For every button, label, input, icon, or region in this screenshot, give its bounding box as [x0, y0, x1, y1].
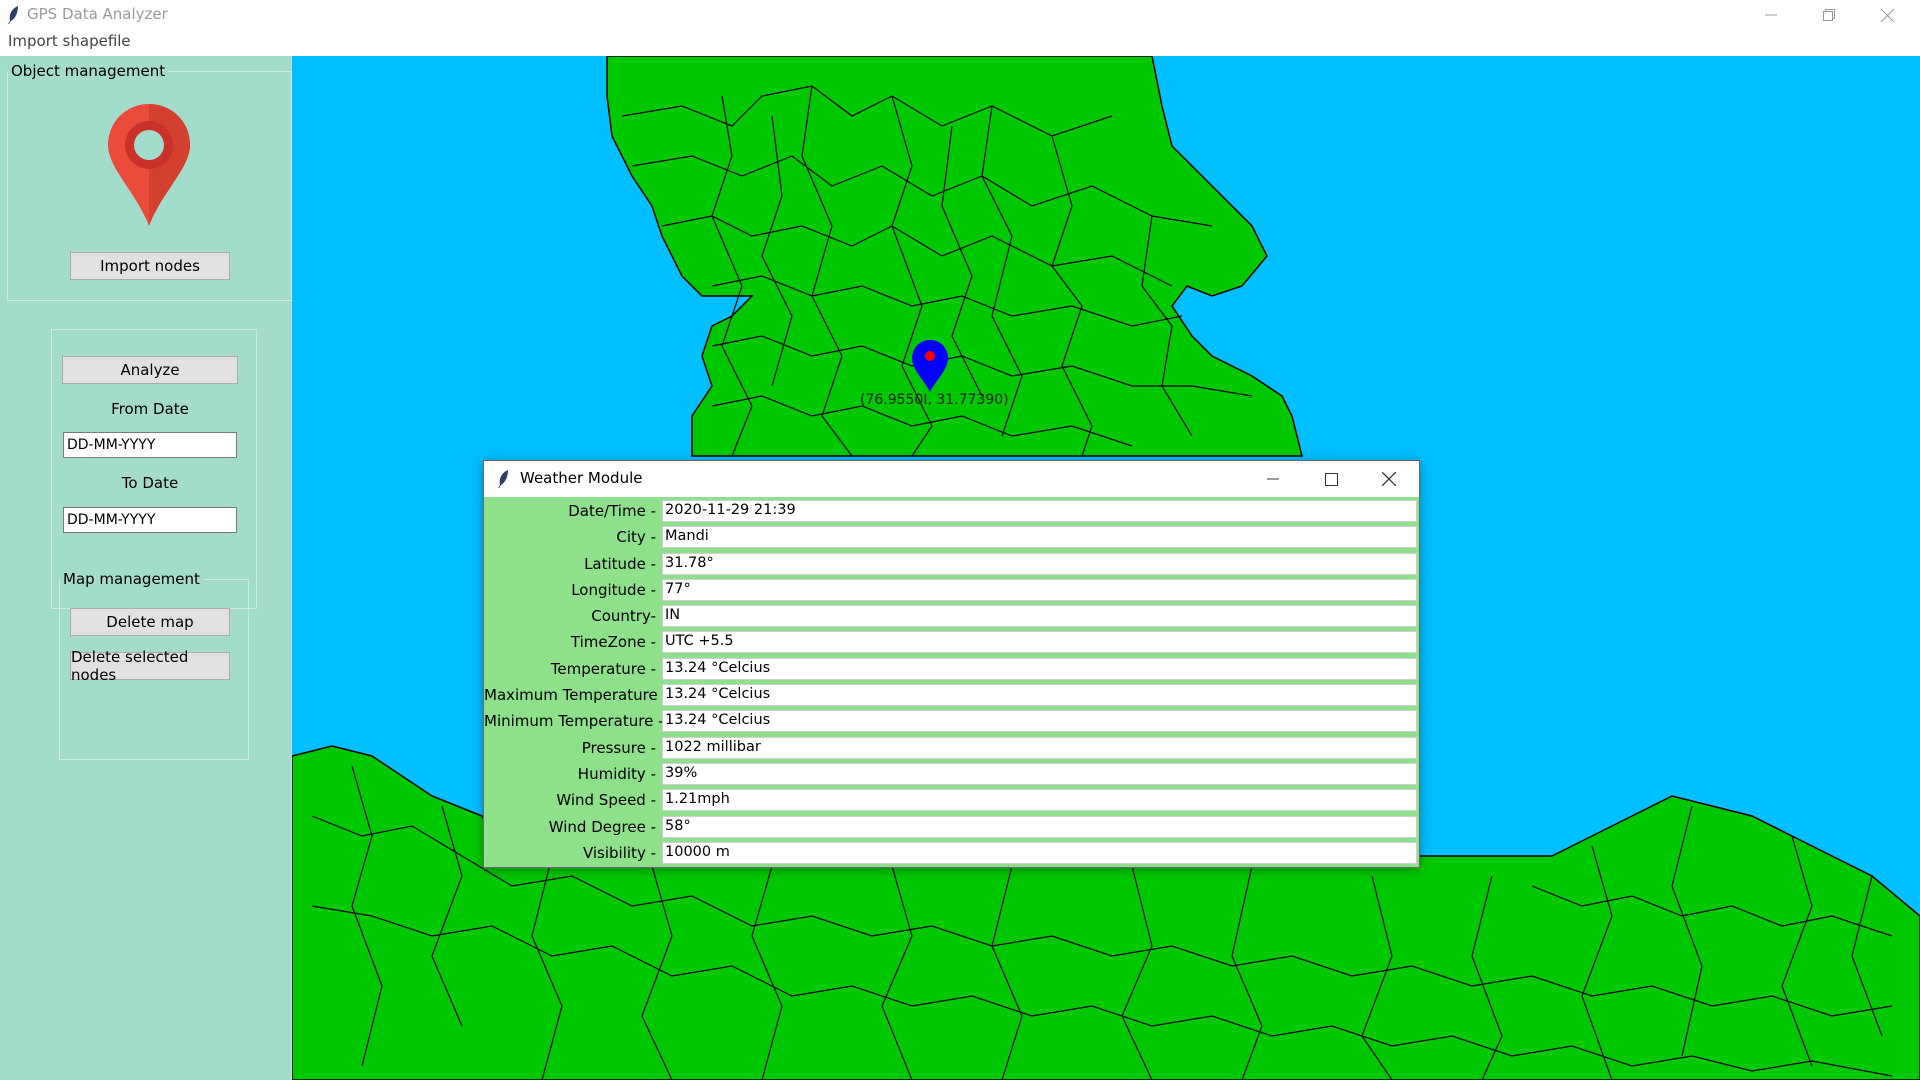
to-date-label: To Date	[121, 474, 179, 492]
weather-field-value: Mandi	[662, 526, 1417, 549]
menu-bar: Import shapefile	[0, 30, 1920, 54]
maximize-icon	[1324, 472, 1338, 486]
marker-coordinate-label: (76.9550I, 31.77390)	[860, 392, 1009, 408]
close-icon	[1382, 472, 1396, 486]
weather-field-label: Date/Time -	[568, 502, 656, 520]
minimize-button[interactable]	[1742, 0, 1800, 30]
weather-field-label: Wind Degree -	[548, 817, 656, 836]
from-date-field[interactable]	[63, 432, 237, 458]
weather-field-value: UTC +5.5	[662, 631, 1417, 654]
weather-field-value: 10000 m	[662, 841, 1417, 864]
weather-field-value: IN	[662, 605, 1417, 628]
map-management-legend: Map management	[63, 570, 200, 588]
weather-field-value: 1.21mph	[662, 789, 1417, 812]
weather-row: Wind Degree - 58°	[484, 814, 1419, 840]
weather-field-value: 13.24 °Celcius	[662, 684, 1417, 707]
weather-field-label: Longitude -	[571, 580, 656, 599]
weather-minimize-button[interactable]	[1244, 464, 1302, 494]
weather-field-value: 77°	[662, 578, 1417, 601]
weather-field-value: 58°	[662, 815, 1417, 838]
weather-field-value: 39%	[662, 762, 1417, 785]
weather-close-button[interactable]	[1360, 464, 1418, 494]
weather-row: Wind Speed - 1.21mph	[484, 787, 1419, 813]
weather-field-value: 2020-11-29 21:39	[662, 500, 1417, 522]
weather-title: Weather Module	[520, 469, 643, 487]
weather-table: Date/Time -2020-11-29 21:39 City - Mandi La…	[484, 498, 1419, 866]
delete-map-button[interactable]: Delete map	[70, 608, 230, 636]
title-bar: GPS Data Analyzer	[0, 0, 1920, 30]
weather-module-window: Weather Module Date/Time - 2020-11-29 21:…	[483, 460, 1420, 868]
minimize-icon	[1765, 14, 1777, 16]
weather-row: TimeZone - UTC +5.5	[484, 629, 1419, 655]
weather-row: Latitude - 31.78°	[484, 551, 1419, 577]
restore-button[interactable]	[1800, 0, 1858, 30]
weather-row: Pressure - 1022 millibar	[484, 735, 1419, 761]
weather-row: Temperature - 13.24 °Celcius	[484, 656, 1419, 682]
weather-field-value: 13.24 °Celcius	[662, 657, 1417, 680]
weather-field-value: 1022 millibar	[662, 736, 1417, 759]
weather-field-label: Minimum Temperature -	[484, 712, 664, 731]
weather-field-label: Visibility -	[582, 843, 656, 862]
delete-selected-nodes-button[interactable]: Delete selected nodes	[70, 648, 230, 684]
weather-row: Visibility - 10000 m	[484, 840, 1419, 866]
weather-row: Longitude - 77°	[484, 577, 1419, 603]
weather-row: Humidity - 39%	[484, 761, 1419, 787]
weather-field-label: Maximum Temperature -	[484, 686, 668, 705]
weather-field-value: 31.78°	[662, 552, 1417, 575]
weather-field-label: Country-	[591, 607, 656, 626]
feather-icon	[8, 6, 18, 24]
sidebar: Object management Import nodes Analyze F…	[0, 56, 292, 1080]
weather-field-label: Wind Speed -	[556, 791, 656, 810]
weather-title-bar: Weather Module	[484, 461, 1419, 497]
weather-field-label: TimeZone -	[570, 633, 656, 652]
weather-field-value: 13.24 °Celcius	[662, 710, 1417, 733]
object-management-legend: Object management	[11, 62, 166, 80]
weather-field-label: Latitude -	[584, 554, 656, 573]
weather-row: Date/Time - 2020-11-29 21:39	[484, 498, 1419, 524]
from-date-label: From Date	[111, 400, 189, 418]
minimize-icon	[1267, 478, 1279, 480]
feather-icon	[498, 470, 508, 488]
menu-import-shapefile[interactable]: Import shapefile	[8, 32, 131, 50]
close-button[interactable]	[1858, 0, 1916, 30]
location-pin-icon	[108, 104, 190, 226]
window-title: GPS Data Analyzer	[27, 5, 168, 23]
import-nodes-button[interactable]: Import nodes	[70, 252, 230, 280]
analyze-button[interactable]: Analyze	[62, 356, 238, 384]
weather-row: City - Mandi	[484, 524, 1419, 550]
to-date-field[interactable]	[63, 507, 237, 533]
weather-row: Minimum Temperature -13.24 °Celcius	[484, 708, 1419, 734]
weather-field-label: Pressure -	[581, 738, 656, 757]
close-icon	[1880, 8, 1894, 22]
weather-field-label: Humidity -	[577, 764, 656, 783]
weather-field-label: City -	[616, 528, 656, 547]
weather-maximize-button[interactable]	[1302, 464, 1360, 494]
weather-row: Maximum Temperature -13.24 °Celcius	[484, 682, 1419, 708]
weather-row: Country- IN	[484, 603, 1419, 629]
restore-icon	[1823, 9, 1835, 21]
weather-field-label: Temperature -	[550, 659, 656, 678]
